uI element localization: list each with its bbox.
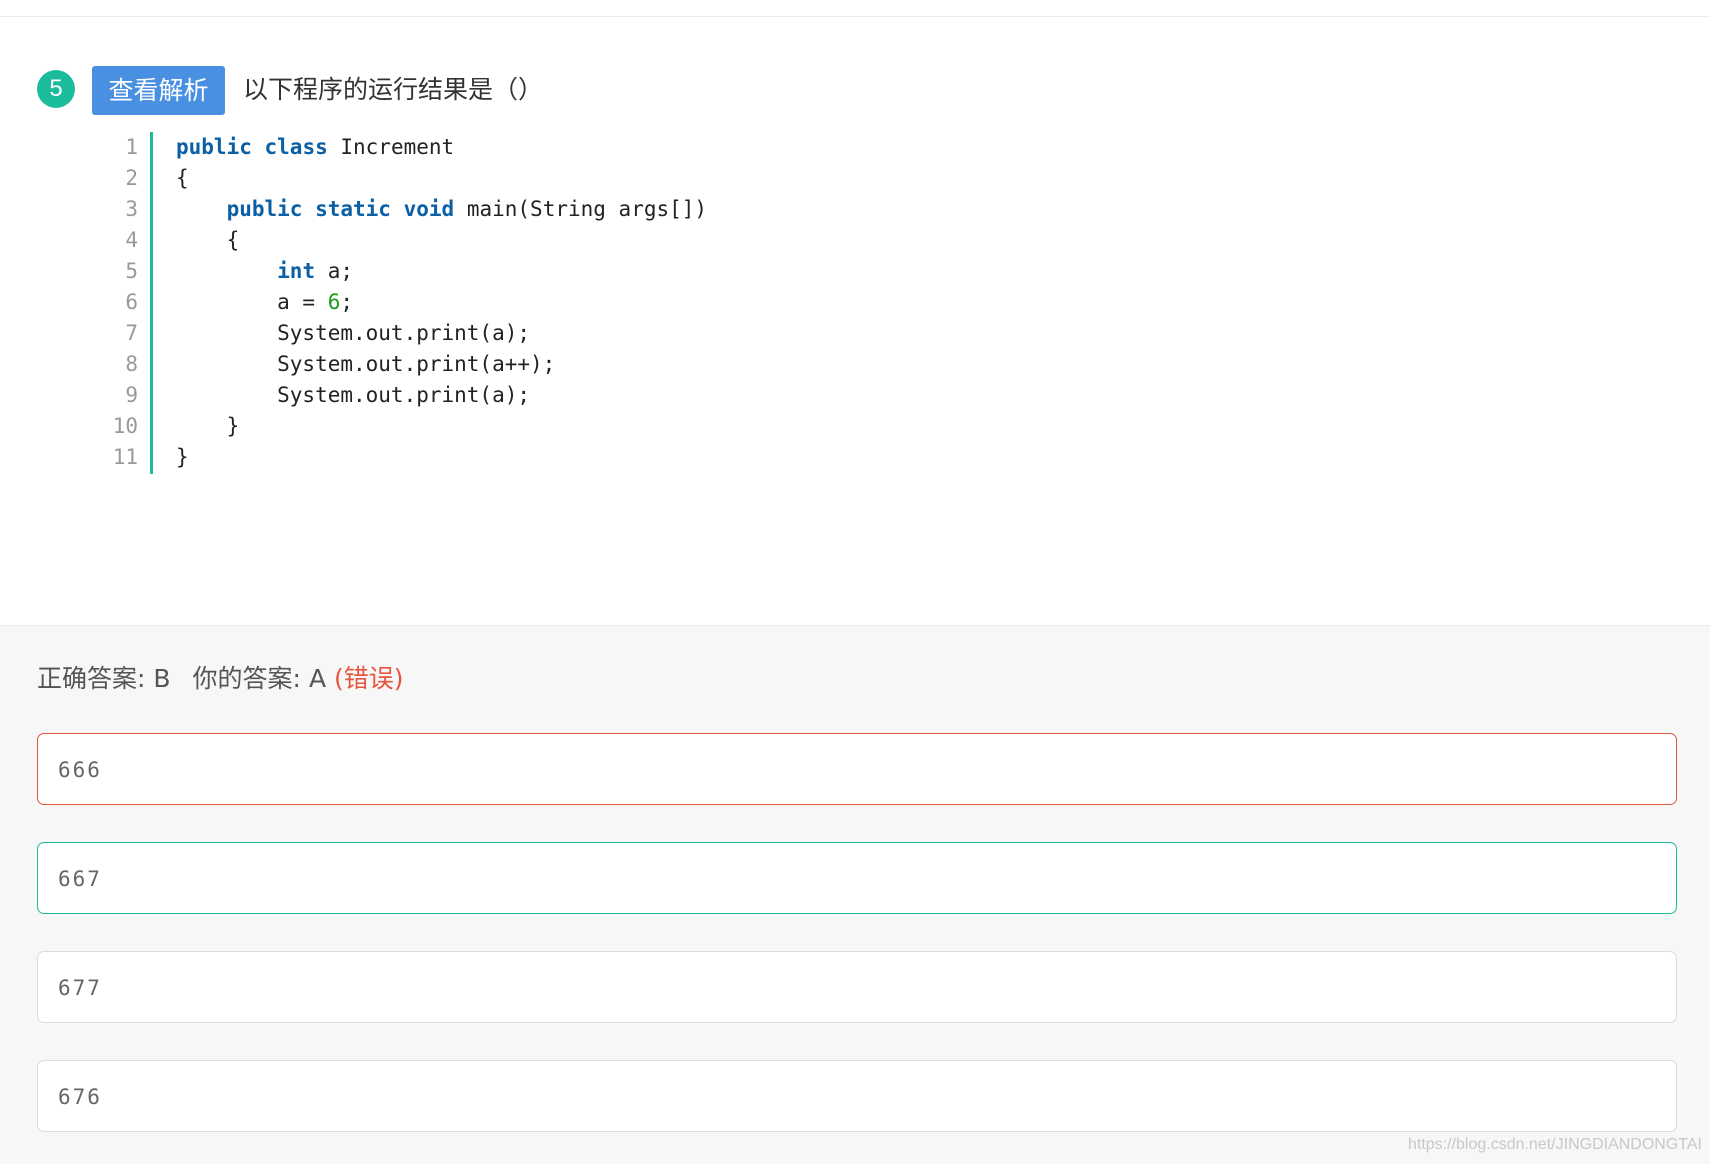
option-d[interactable]: 676	[37, 1060, 1677, 1132]
answer-panel: 正确答案: B 你的答案: A (错误) 666 667 677 676 http…	[0, 625, 1710, 1164]
question-number-badge: 5	[37, 70, 75, 108]
option-text: 666	[58, 758, 102, 782]
code-line: System.out.print(a++);	[176, 352, 556, 376]
line-number: 10	[112, 414, 138, 438]
your-answer-value: A	[308, 664, 327, 693]
code-line: int a;	[277, 259, 354, 283]
line-number: 7	[125, 321, 138, 345]
code-line: }	[176, 445, 189, 469]
code-line: public static void main(String args[])	[226, 197, 708, 221]
line-number: 2	[125, 166, 138, 190]
line-number-gutter: 1 2 3 4 5 6 7 8 9 10 11	[100, 132, 153, 474]
answer-summary: 正确答案: B 你的答案: A (错误)	[37, 659, 404, 699]
code-line: a = 6;	[176, 290, 354, 314]
line-number: 11	[112, 445, 138, 469]
option-c[interactable]: 677	[37, 951, 1677, 1023]
code-line: {	[176, 166, 189, 190]
your-answer-label: 你的答案:	[192, 664, 301, 693]
code-line: System.out.print(a);	[176, 321, 531, 345]
correct-answer-value: B	[153, 664, 171, 693]
view-analysis-button[interactable]: 查看解析	[92, 66, 225, 115]
code-line: System.out.print(a);	[176, 383, 531, 407]
code-line: {	[176, 228, 240, 252]
option-text: 667	[58, 867, 102, 891]
option-text: 677	[58, 976, 102, 1000]
line-number: 4	[125, 228, 138, 252]
line-number: 5	[125, 259, 138, 283]
code-line: public class Increment	[176, 135, 455, 159]
option-b[interactable]: 667	[37, 842, 1677, 914]
option-a[interactable]: 666	[37, 733, 1677, 805]
line-number: 6	[125, 290, 138, 314]
question-text: 以下程序的运行结果是（）	[243, 75, 544, 104]
correct-answer-label: 正确答案:	[37, 664, 146, 693]
line-number: 8	[125, 352, 138, 376]
line-number: 9	[125, 383, 138, 407]
code-content: public class Increment { public static vo…	[176, 132, 707, 473]
line-number: 3	[125, 197, 138, 221]
watermark: https://blog.csdn.net/JINGDIANDONGTAI	[1407, 1136, 1702, 1153]
line-number: 1	[125, 135, 138, 159]
code-line: }	[176, 414, 240, 438]
option-text: 676	[58, 1085, 102, 1109]
answer-verdict: (错误)	[334, 664, 404, 693]
